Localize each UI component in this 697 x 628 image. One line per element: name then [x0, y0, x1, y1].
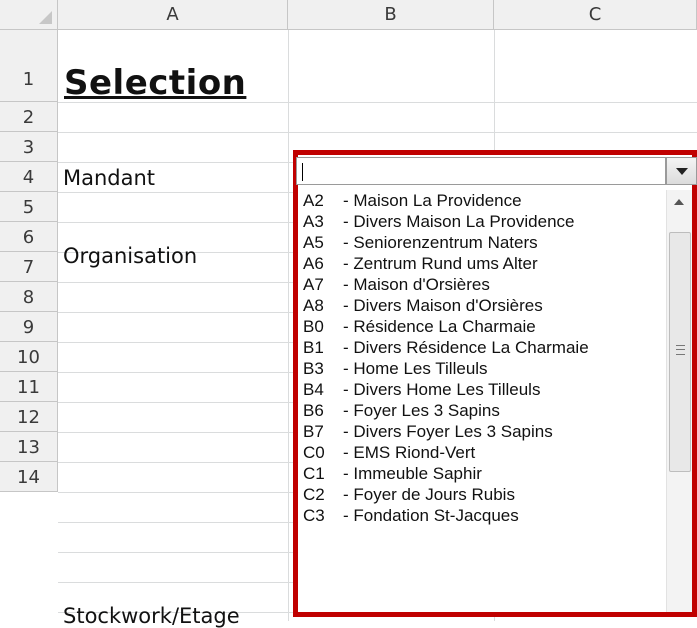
list-item[interactable]: C1- Immeuble Saphir: [303, 463, 482, 484]
row-header-13[interactable]: 13: [0, 432, 58, 462]
cell-a3-mandant[interactable]: Mandant: [63, 166, 155, 190]
mandant-combo-input[interactable]: [296, 157, 666, 185]
column-header-a[interactable]: A: [58, 0, 288, 30]
row-header-9[interactable]: 9: [0, 312, 58, 342]
row-header-11[interactable]: 11: [0, 372, 58, 402]
spreadsheet: A B C 1 2 3 4 5 6 7 8 9 10 11 12 13 14 S…: [0, 0, 697, 628]
column-header-row: A B C: [0, 0, 697, 30]
scroll-up-icon[interactable]: [674, 199, 684, 205]
grid-line: [58, 132, 697, 133]
list-item[interactable]: C3- Fondation St-Jacques: [303, 505, 519, 526]
list-item[interactable]: B6- Foyer Les 3 Sapins: [303, 400, 500, 421]
select-all-corner[interactable]: [0, 0, 58, 30]
row-header-5[interactable]: 5: [0, 192, 58, 222]
grid-line: [288, 30, 289, 621]
dropdown-arrow-icon: [676, 168, 688, 175]
list-item[interactable]: B4- Divers Home Les Tilleuls: [303, 379, 540, 400]
cell-a1-title[interactable]: Selection: [64, 63, 246, 103]
dropdown-scrollbar[interactable]: [666, 190, 692, 612]
row-header-1[interactable]: 1: [0, 30, 58, 102]
column-header-c[interactable]: C: [494, 0, 697, 30]
row-header-7[interactable]: 7: [0, 252, 58, 282]
list-item[interactable]: A5- Seniorenzentrum Naters: [303, 232, 538, 253]
row-header-10[interactable]: 10: [0, 342, 58, 372]
column-header-b[interactable]: B: [288, 0, 494, 30]
list-item[interactable]: C0- EMS Riond-Vert: [303, 442, 475, 463]
list-item[interactable]: A2- Maison La Providence: [303, 190, 522, 211]
select-all-triangle-icon: [39, 11, 52, 24]
mandant-dropdown-list: A2- Maison La Providence A3- Divers Mais…: [298, 190, 666, 612]
row-header-2[interactable]: 2: [0, 102, 58, 132]
row-header-3[interactable]: 3: [0, 132, 58, 162]
row-header-14[interactable]: 14: [0, 462, 58, 492]
row-header-4[interactable]: 4: [0, 162, 58, 192]
list-item[interactable]: A8- Divers Maison d'Orsières: [303, 295, 543, 316]
text-caret: [302, 163, 303, 181]
row-header-12[interactable]: 12: [0, 402, 58, 432]
list-item[interactable]: A6- Zentrum Rund ums Alter: [303, 253, 538, 274]
scroll-grip-icon: [676, 345, 685, 355]
row-header-6[interactable]: 6: [0, 222, 58, 252]
list-item[interactable]: B7- Divers Foyer Les 3 Sapins: [303, 421, 553, 442]
list-item[interactable]: B0- Résidence La Charmaie: [303, 316, 536, 337]
combo-dropdown-button[interactable]: [666, 157, 697, 185]
list-item[interactable]: B1- Divers Résidence La Charmaie: [303, 337, 589, 358]
list-item[interactable]: C2- Foyer de Jours Rubis: [303, 484, 515, 505]
list-item[interactable]: A7- Maison d'Orsières: [303, 274, 490, 295]
row-header-8[interactable]: 8: [0, 282, 58, 312]
list-item[interactable]: B3- Home Les Tilleuls: [303, 358, 488, 379]
cell-a5-organisation[interactable]: Organisation: [63, 244, 197, 268]
cell-a14-stockwork[interactable]: Stockwork/Etage: [63, 604, 240, 628]
list-item[interactable]: A3- Divers Maison La Providence: [303, 211, 574, 232]
scrollbar-thumb[interactable]: [669, 232, 691, 472]
